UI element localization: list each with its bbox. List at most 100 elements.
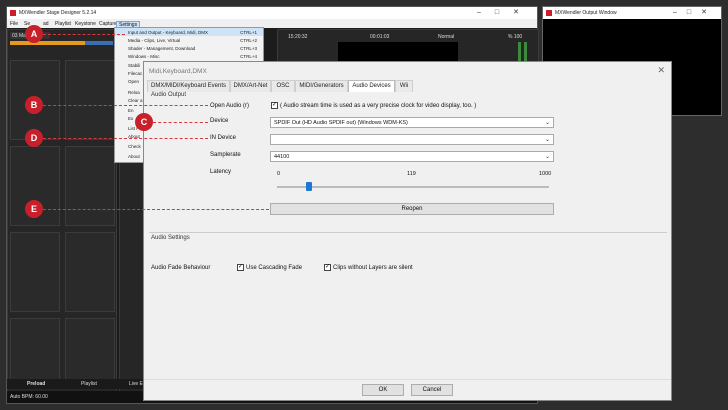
clips-silent-label: Clips without Layers are silent bbox=[333, 265, 413, 271]
window-controls-icon[interactable]: –□✕ bbox=[477, 8, 533, 16]
menu-capture[interactable]: Capture bbox=[99, 21, 117, 27]
menu-bar: File Se ad Playlist Keystone Capture Set… bbox=[7, 19, 537, 29]
output-titlebar: MXWendler Output Window –□✕ bbox=[543, 7, 721, 19]
menu-item-label: Ex bbox=[128, 115, 134, 121]
output-logo-icon bbox=[546, 10, 552, 16]
annotation-a: A bbox=[25, 25, 43, 43]
tab-wii[interactable]: Wii bbox=[395, 80, 413, 92]
menu-item-label: Stabili bbox=[128, 62, 141, 68]
menu-item-label: Input and Output - Keyboard, Midi, DMX bbox=[128, 29, 209, 35]
menu-item-windows[interactable]: Windows - Misc CTRL+4 bbox=[115, 52, 263, 60]
settings-dialog: Midi,Keyboard,DMX ✕ DMX/MIDI/Keyboard Ev… bbox=[143, 61, 672, 401]
open-audio-label: Open Audio (r) bbox=[210, 103, 250, 109]
cancel-button[interactable]: Cancel bbox=[411, 384, 453, 396]
reopen-button[interactable]: Reopen bbox=[270, 203, 554, 215]
app-title: MXWendler Stage Designer 5.2.14 bbox=[19, 10, 97, 16]
output-title: MXWendler Output Window bbox=[555, 10, 617, 16]
in-device-select[interactable]: ⌄ bbox=[270, 134, 554, 145]
samplerate-label: Samplerate bbox=[210, 152, 241, 158]
zoom-percent: % 100 bbox=[508, 34, 523, 40]
close-icon[interactable]: ✕ bbox=[657, 65, 665, 76]
audio-output-group-label: Audio Output bbox=[151, 92, 187, 98]
samplerate-select[interactable]: 44100 ⌄ bbox=[270, 151, 554, 162]
tab-dmx-artnet[interactable]: DMX/Art-Net bbox=[230, 80, 271, 92]
menu-item-shader[interactable]: Shader - Management, Download CTRL+3 bbox=[115, 44, 263, 52]
annotation-b-line bbox=[43, 105, 208, 106]
open-audio-checkbox[interactable]: ✓ bbox=[271, 102, 278, 109]
time-left: 15:20:32 bbox=[288, 34, 308, 40]
tab-playlist[interactable]: Playlist bbox=[81, 381, 97, 387]
latency-slider-thumb[interactable] bbox=[306, 182, 313, 191]
device-select[interactable]: SPDIF Out (HD Audio SPDIF out) (Windows … bbox=[270, 117, 554, 128]
auto-bpm: Auto BPM: 60.00 bbox=[10, 394, 48, 400]
menu-item-shortcut: CTRL+2 bbox=[240, 37, 257, 43]
menu-item-label: En bbox=[128, 107, 134, 113]
annotation-e: E bbox=[25, 200, 43, 218]
tab-dmx-midi-keyboard[interactable]: DMX/MIDI/Keyboard Events bbox=[147, 80, 230, 92]
dialog-button-bar: OK Cancel bbox=[144, 379, 671, 400]
app-logo-icon bbox=[10, 10, 16, 16]
menu-item-label: Reloa bbox=[128, 89, 140, 95]
menu-file[interactable]: File bbox=[10, 21, 18, 27]
tab-osc[interactable]: OSC bbox=[271, 80, 295, 92]
progress-bar bbox=[10, 41, 85, 45]
clip-cell[interactable] bbox=[10, 232, 60, 312]
chevron-down-icon: ⌄ bbox=[544, 137, 550, 143]
left-panel: 03 Ma bbox=[7, 29, 117, 399]
menu-item-input-output[interactable]: Input and Output - Keyboard, Midi, DMX C… bbox=[115, 28, 263, 36]
samplerate-select-value: 44100 bbox=[274, 154, 290, 160]
menu-item-shortcut: CTRL+4 bbox=[240, 53, 257, 59]
latency-mid: 119 bbox=[407, 171, 416, 177]
audio-settings-group-label: Audio Settings bbox=[151, 235, 190, 241]
ok-button[interactable]: OK bbox=[362, 384, 404, 396]
app-titlebar: MXWendler Stage Designer 5.2.14 –□✕ bbox=[7, 7, 537, 19]
clip-cell[interactable] bbox=[65, 318, 115, 382]
menu-keystone[interactable]: Keystone bbox=[75, 21, 96, 27]
menu-item-label: Shader - Management, Download bbox=[128, 45, 196, 51]
menu-ad[interactable]: ad bbox=[43, 21, 49, 27]
chevron-down-icon: ⌄ bbox=[544, 120, 550, 126]
clip-cell[interactable] bbox=[65, 232, 115, 312]
menu-item-label: Clear a bbox=[128, 97, 143, 103]
latency-label: Latency bbox=[210, 169, 232, 175]
clip-cell[interactable] bbox=[10, 318, 60, 382]
annotation-d-line bbox=[43, 138, 208, 139]
menu-playlist[interactable]: Playlist bbox=[55, 21, 71, 27]
clip-cell[interactable] bbox=[65, 60, 115, 140]
in-device-label: IN Device bbox=[210, 135, 237, 141]
annotation-e-line bbox=[43, 209, 269, 210]
tab-audio-devices[interactable]: Audio Devices bbox=[348, 80, 395, 92]
progress-bar-alt bbox=[85, 41, 113, 45]
open-audio-note: ( Audio stream time is used as a very pr… bbox=[280, 103, 477, 109]
clips-silent-checkbox[interactable]: ✓ bbox=[324, 264, 331, 271]
device-label: Device bbox=[210, 118, 229, 124]
panel-label: 03 Ma bbox=[12, 33, 26, 39]
tab-preload[interactable]: Preload bbox=[27, 381, 45, 387]
cascading-fade-checkbox[interactable]: ✓ bbox=[237, 264, 244, 271]
clip-cell[interactable] bbox=[65, 146, 115, 226]
dialog-title: Midi,Keyboard,DMX bbox=[149, 68, 207, 75]
menu-item-label: Check bbox=[128, 143, 141, 149]
latency-max: 1000 bbox=[539, 171, 552, 177]
group-divider bbox=[149, 232, 667, 233]
blend-mode[interactable]: Normal bbox=[438, 34, 454, 40]
menu-item-shortcut: CTRL+3 bbox=[240, 45, 257, 51]
menu-item-shortcut: CTRL+1 bbox=[240, 29, 257, 35]
menu-item-label: Filecac bbox=[128, 70, 143, 76]
time-mid: 00:01:03 bbox=[370, 34, 390, 40]
output-window-controls-icon[interactable]: –□✕ bbox=[673, 8, 717, 16]
menu-item-label: Windows - Misc bbox=[128, 53, 160, 59]
menu-item-label: About bbox=[128, 153, 140, 159]
annotation-c-line bbox=[153, 122, 208, 123]
menu-item-label: Media - Clips, Live, Virtual bbox=[128, 37, 181, 43]
menu-item-media[interactable]: Media - Clips, Live, Virtual CTRL+2 bbox=[115, 36, 263, 44]
fade-behaviour-label: Audio Fade Behaviour bbox=[151, 265, 211, 271]
device-select-value: SPDIF Out (HD Audio SPDIF out) (Windows … bbox=[274, 120, 408, 126]
annotation-b: B bbox=[25, 96, 43, 114]
annotation-a-line bbox=[43, 34, 125, 35]
annotation-c: C bbox=[135, 113, 153, 131]
tab-midi-generators[interactable]: MIDI/Generators bbox=[295, 80, 348, 92]
latency-slider-track[interactable] bbox=[277, 186, 549, 188]
cascading-fade-label: Use Cascading Fade bbox=[246, 265, 303, 271]
chevron-down-icon: ⌄ bbox=[544, 154, 550, 160]
